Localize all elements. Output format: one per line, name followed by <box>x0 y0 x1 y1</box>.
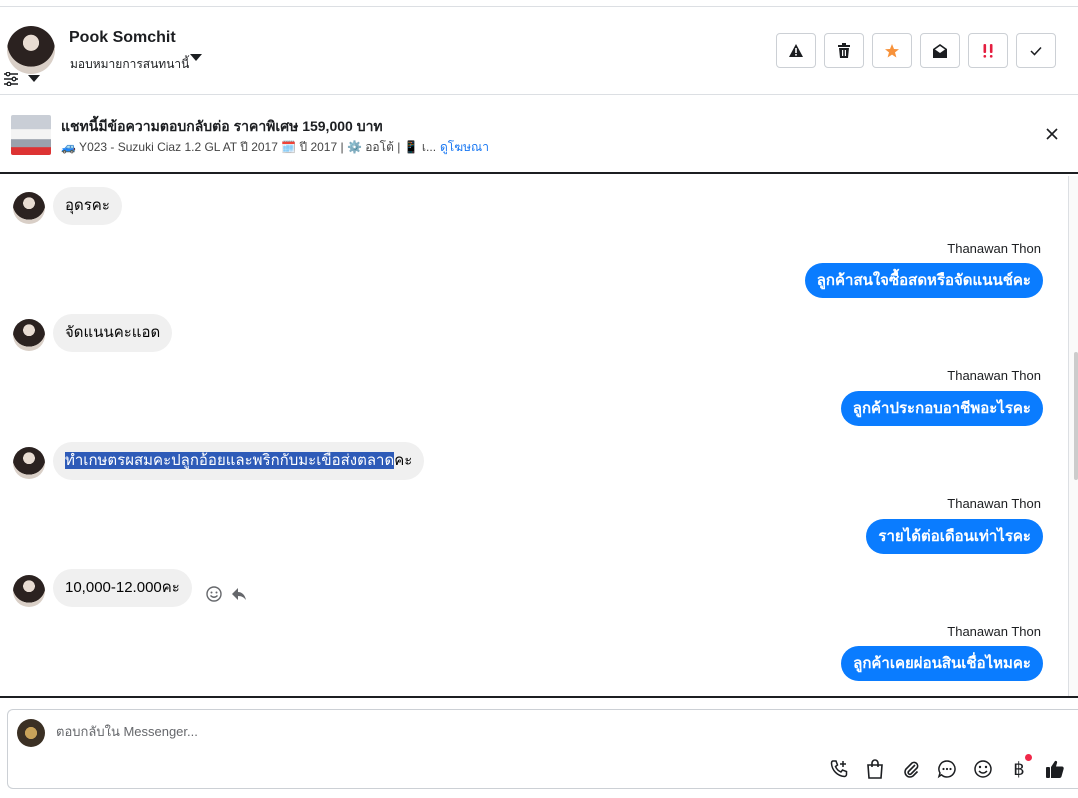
mark-unread-button[interactable] <box>920 33 960 68</box>
important-icon <box>983 43 993 58</box>
reply-input[interactable] <box>56 724 956 739</box>
close-icon[interactable] <box>1044 126 1060 142</box>
sender-name: Thanawan Thon <box>947 624 1041 639</box>
contact-avatar[interactable] <box>7 26 55 74</box>
view-ad-link[interactable]: ดูโฆษณา <box>440 138 489 157</box>
reply-composer: ฿ <box>7 709 1078 789</box>
attach-button[interactable] <box>900 758 922 780</box>
paperclip-icon <box>904 761 919 778</box>
shop-button[interactable] <box>864 758 886 780</box>
reply-icon[interactable] <box>230 585 248 603</box>
ad-title: แชทนี้มีข้อความตอบกลับต่อ ราคาพิเศษ 159,… <box>61 118 383 134</box>
incoming-message[interactable]: 10,000-12.000คะ <box>53 569 192 607</box>
star-icon <box>885 43 899 57</box>
mark-spam-button[interactable] <box>776 33 816 68</box>
contact-avatar-small <box>13 319 45 351</box>
scrollbar[interactable] <box>1074 352 1078 480</box>
conversation-header: Pook Somchit มอบหมายการสนทนานี้ <box>0 7 1078 95</box>
important-button[interactable] <box>968 33 1008 68</box>
outgoing-message[interactable]: รายได้ต่อเดือนเท่าไรคะ <box>866 519 1043 554</box>
composer-divider <box>0 696 1078 698</box>
outgoing-message[interactable]: ลูกค้าประกอบอาชีพอะไรคะ <box>840 391 1043 426</box>
contact-avatar-small <box>13 575 45 607</box>
ad-thumbnail[interactable] <box>11 115 51 155</box>
incoming-message[interactable]: จัดแนนคะแอด <box>53 314 173 352</box>
incoming-message[interactable]: อุดรคะ <box>53 187 122 225</box>
baht-icon: ฿ <box>1013 758 1025 780</box>
message-thread[interactable]: อุดรคะ Thanawan Thon ลูกค้าสนใจซื้อสดหรื… <box>0 176 1068 696</box>
chat-bubble-icon <box>937 760 956 779</box>
contact-avatar-small <box>13 192 45 224</box>
assign-conversation-label[interactable]: มอบหมายการสนทนานี้ <box>70 55 189 74</box>
payment-button[interactable]: ฿ <box>1008 754 1032 780</box>
composer-toolbar: ฿ <box>828 754 1066 780</box>
thumbs-up-icon <box>1046 760 1064 778</box>
like-button[interactable] <box>1044 758 1066 780</box>
mail-open-icon <box>933 43 947 58</box>
call-add-icon <box>830 760 848 778</box>
assign-dropdown-icon[interactable] <box>190 54 202 61</box>
delete-button[interactable] <box>824 33 864 68</box>
message-text-rest: คะ <box>394 452 413 469</box>
outgoing-message[interactable]: ลูกค้าเคยผ่อนสินเชื่อไหมคะ <box>841 646 1043 681</box>
star-button[interactable] <box>872 33 912 68</box>
saved-replies-button[interactable] <box>936 758 958 780</box>
ad-context-banner: แชทนี้มีข้อความตอบกลับต่อ ราคาพิเศษ 159,… <box>0 96 1078 174</box>
filter-dropdown-icon[interactable] <box>28 75 40 82</box>
selected-text: ทำเกษตรผสมคะปลูกอ้อยและพริกกับมะเขือส่งต… <box>65 452 395 469</box>
notification-dot <box>1025 754 1032 761</box>
warning-icon <box>789 43 803 57</box>
react-emoji-icon[interactable] <box>205 585 223 603</box>
contact-avatar-small <box>13 447 45 479</box>
call-button[interactable] <box>828 758 850 780</box>
contact-name: Pook Somchit <box>69 29 176 46</box>
check-icon <box>1030 46 1042 56</box>
sender-name: Thanawan Thon <box>947 496 1041 511</box>
sender-name: Thanawan Thon <box>947 368 1041 383</box>
shopping-bag-icon <box>867 759 883 779</box>
header-actions <box>776 33 1056 68</box>
filter-icon[interactable] <box>3 72 19 86</box>
emoji-icon <box>974 760 992 778</box>
sender-name: Thanawan Thon <box>947 241 1041 256</box>
outgoing-message[interactable]: ลูกค้าสนใจซื้อสดหรือจัดแนนช์คะ <box>804 263 1043 298</box>
mark-done-button[interactable] <box>1016 33 1056 68</box>
trash-icon <box>838 42 850 58</box>
incoming-message[interactable]: ทำเกษตรผสมคะปลูกอ้อยและพริกกับมะเขือส่งต… <box>53 442 425 480</box>
page-avatar <box>17 719 45 747</box>
emoji-button[interactable] <box>972 758 994 780</box>
ad-subtitle: 🚙 Y023 - Suzuki Ciaz 1.2 GL AT ปี 2017 🗓… <box>61 140 437 154</box>
